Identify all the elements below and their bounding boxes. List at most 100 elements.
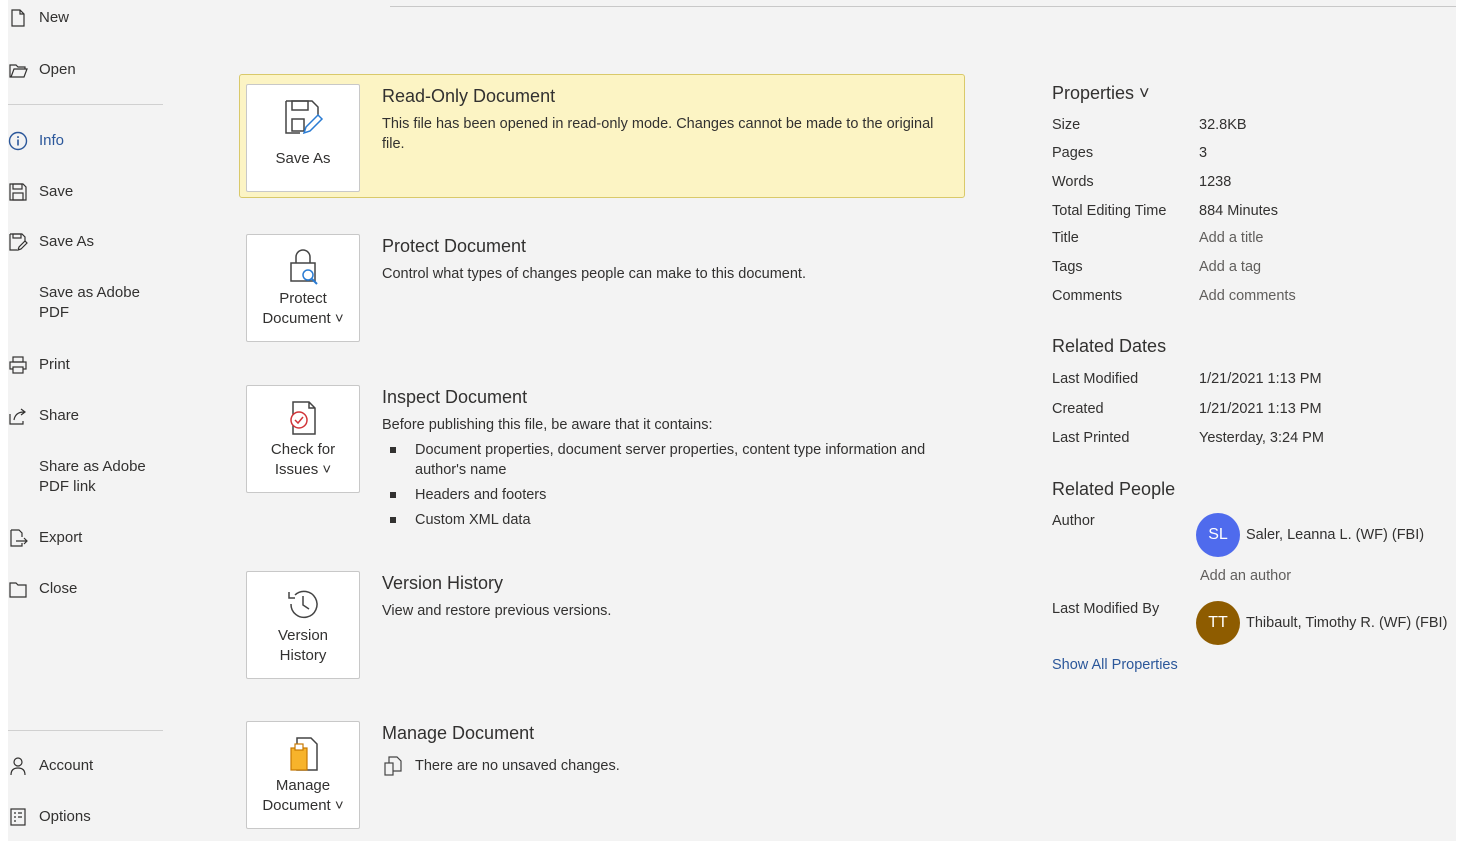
inspect-desc: Before publishing this file, be aware th…: [382, 417, 713, 433]
button-label: Save As: [275, 150, 331, 167]
add-author-link[interactable]: Add an author: [1200, 568, 1291, 584]
manage-desc: There are no unsaved changes.: [415, 758, 620, 774]
tags-field[interactable]: Add a tag: [1199, 259, 1261, 275]
new-document-icon: [8, 8, 28, 28]
button-label: Manage Document ˅: [262, 777, 344, 814]
avatar[interactable]: TT: [1196, 601, 1240, 645]
nav-label: Save: [39, 183, 74, 200]
info-icon: [8, 131, 28, 151]
list-item: Headers and footers: [382, 485, 962, 505]
read-only-desc: This file has been opened in read-only m…: [382, 116, 934, 152]
save-as-icon: [8, 232, 28, 252]
nav-label: Open: [39, 61, 76, 78]
nav-divider: [8, 104, 163, 105]
options-icon: [8, 807, 28, 827]
comments-field[interactable]: Add comments: [1199, 288, 1296, 304]
nav-info[interactable]: Info: [8, 131, 64, 151]
list-item: Custom XML data: [382, 510, 962, 530]
manage-document-icon: [290, 737, 318, 771]
button-label: Protect Document ˅: [262, 290, 344, 327]
version-history-button[interactable]: Version History: [246, 571, 360, 679]
people-label: Author: [1052, 513, 1095, 529]
protect-title: Protect Document: [382, 236, 527, 256]
property-label: Tags: [1052, 259, 1083, 275]
date-value: Yesterday, 3:24 PM: [1199, 430, 1324, 446]
check-for-issues-button[interactable]: Check for Issues ˅: [246, 385, 360, 493]
nav-account[interactable]: Account: [8, 756, 93, 776]
nav-export[interactable]: Export: [8, 528, 82, 548]
history-icon: [288, 590, 318, 619]
property-value: 3: [1199, 145, 1208, 161]
properties-header[interactable]: Properties ˅: [1052, 83, 1150, 104]
nav-print[interactable]: Print: [8, 355, 70, 375]
modifier-name[interactable]: Thibault, Timothy R. (WF) (FBI): [1246, 615, 1447, 631]
inspect-list: Document properties, document server pro…: [382, 440, 962, 535]
avatar[interactable]: SL: [1196, 513, 1240, 557]
button-label: Version History: [277, 627, 329, 664]
backstage-sidebar: New Open Info Save Save As Save as Adobe…: [8, 0, 188, 841]
property-value: 1238: [1199, 174, 1232, 190]
export-icon: [8, 528, 28, 548]
folder-open-icon: [8, 60, 28, 80]
property-label: Comments: [1052, 288, 1123, 304]
version-title: Version History: [382, 573, 504, 593]
property-value: 884 Minutes: [1199, 203, 1278, 219]
related-people-header: Related People: [1052, 479, 1176, 499]
nav-share[interactable]: Share: [8, 406, 79, 426]
nav-label: Save as Adobe PDF: [39, 284, 140, 321]
property-label: Words: [1052, 174, 1094, 190]
date-value: 1/21/2021 1:13 PM: [1199, 371, 1322, 387]
property-label: Size: [1052, 117, 1081, 133]
nav-label: Share: [39, 407, 80, 424]
nav-close[interactable]: Close: [8, 579, 77, 599]
list-item: Document properties, document server pro…: [382, 440, 962, 480]
date-label: Last Printed: [1052, 430, 1130, 446]
property-label: Pages: [1052, 145, 1094, 161]
close-folder-icon: [8, 579, 28, 599]
button-label: Check for Issues ˅: [270, 441, 336, 478]
related-dates-header: Related Dates: [1052, 336, 1167, 356]
nav-label: Close: [39, 580, 78, 597]
version-desc: View and restore previous versions.: [382, 603, 612, 619]
inspect-title: Inspect Document: [382, 387, 528, 407]
protect-document-button[interactable]: Protect Document ˅: [246, 234, 360, 342]
person-icon: [8, 756, 28, 776]
date-label: Created: [1052, 401, 1104, 417]
property-value: 32.8KB: [1199, 117, 1247, 133]
top-border: [390, 6, 1456, 7]
nav-label: Info: [39, 132, 65, 149]
manage-title: Manage Document: [382, 723, 535, 743]
nav-open[interactable]: Open: [8, 60, 76, 80]
nav-label: Share as Adobe PDF link: [39, 458, 146, 495]
protect-desc: Control what types of changes people can…: [382, 266, 806, 282]
nav-label: Save As: [39, 233, 95, 250]
printer-icon: [8, 355, 28, 375]
property-label: Total Editing Time: [1052, 203, 1167, 219]
save-icon: [8, 182, 28, 202]
nav-new[interactable]: New: [8, 8, 69, 28]
show-all-properties-link[interactable]: Show All Properties: [1052, 657, 1178, 673]
people-label: Last Modified By: [1052, 601, 1160, 617]
date-label: Last Modified: [1052, 371, 1139, 387]
author-name[interactable]: Saler, Leanna L. (WF) (FBI): [1246, 527, 1424, 543]
nav-label: Export: [39, 529, 83, 546]
nav-share-adobe-link[interactable]: Share as Adobe PDF link: [8, 457, 146, 497]
nav-save-as[interactable]: Save As: [8, 232, 94, 252]
check-document-icon: [290, 401, 316, 435]
title-field[interactable]: Add a title: [1199, 230, 1264, 246]
share-icon: [8, 406, 28, 426]
lock-search-icon: [290, 249, 318, 285]
save-as-button[interactable]: Save As: [246, 84, 360, 192]
nav-options[interactable]: Options: [8, 807, 91, 827]
nav-label: Account: [39, 757, 94, 774]
nav-save[interactable]: Save: [8, 182, 73, 202]
nav-label: Print: [39, 356, 70, 373]
nav-label: Options: [39, 808, 91, 825]
manage-document-button[interactable]: Manage Document ˅: [246, 721, 360, 829]
date-value: 1/21/2021 1:13 PM: [1199, 401, 1322, 417]
nav-label: New: [39, 9, 70, 26]
read-only-title: Read-Only Document: [382, 86, 556, 106]
document-stack-icon: [384, 756, 402, 776]
nav-save-adobe-pdf[interactable]: Save as Adobe PDF: [8, 283, 140, 323]
nav-divider: [8, 730, 163, 731]
